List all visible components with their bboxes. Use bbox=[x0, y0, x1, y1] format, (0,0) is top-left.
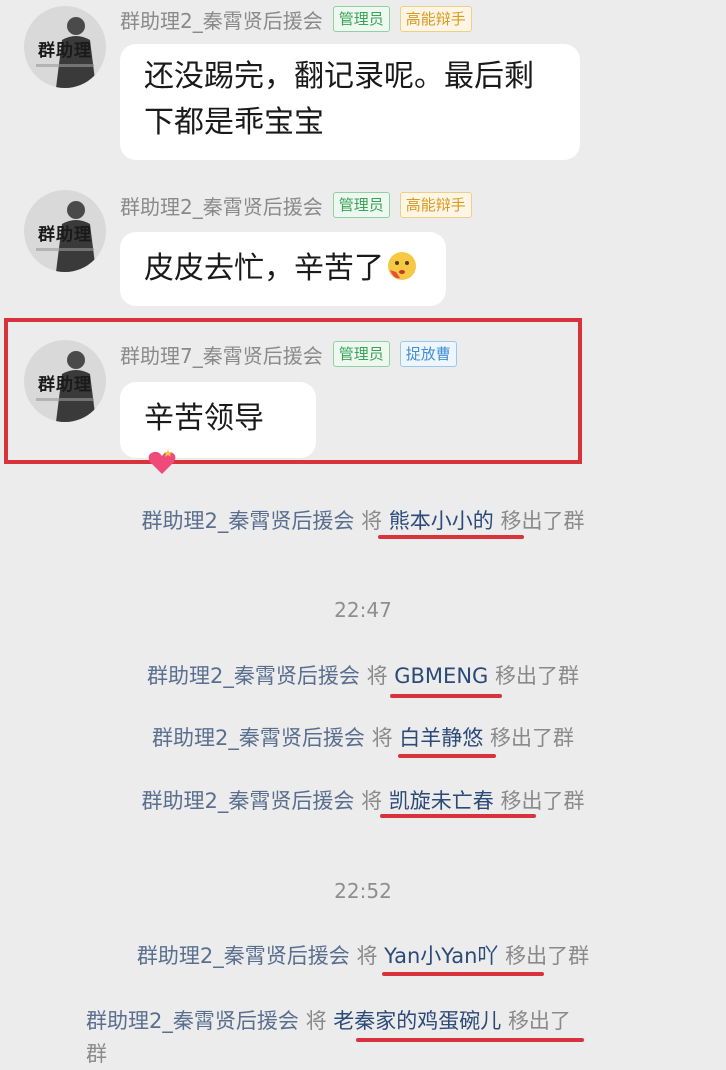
admin-badge: 管理员 bbox=[332, 6, 390, 32]
notice-suffix: 移出了群 bbox=[505, 944, 590, 968]
message-bubble[interactable]: 皮皮去忙，辛苦了 bbox=[120, 232, 446, 306]
notice-actor[interactable]: 群助理2_秦霄贤后援会 bbox=[152, 726, 365, 750]
sender-line: 群助理2_秦霄贤后援会 管理员 高能辩手 bbox=[120, 4, 472, 34]
notice-target[interactable]: 凯旋未亡春 bbox=[389, 789, 494, 813]
title-badge: 高能辩手 bbox=[399, 192, 472, 218]
sender-name[interactable]: 群助理7_秦霄贤后援会 bbox=[120, 340, 323, 369]
notice-suffix-wrap: 群 bbox=[86, 1042, 107, 1066]
avatar[interactable]: 群助理 bbox=[24, 340, 106, 422]
notice-actor[interactable]: 群助理2_秦霄贤后援会 bbox=[137, 944, 350, 968]
red-underline bbox=[356, 1038, 584, 1042]
avatar-subtext-line bbox=[36, 64, 94, 67]
timestamp: 22:52 bbox=[334, 879, 392, 903]
message-text-line: 还没踢完，翻记录呢。最后剩 bbox=[144, 59, 534, 94]
notice-actor[interactable]: 群助理2_秦霄贤后援会 bbox=[142, 789, 355, 813]
red-underline bbox=[390, 694, 502, 698]
title-badge: 高能辩手 bbox=[399, 6, 472, 32]
notice-suffix: 移出了 bbox=[507, 1009, 571, 1033]
removal-notice: 群助理2_秦霄贤后援会 将 老秦家的鸡蛋碗儿 移出了 bbox=[86, 1005, 686, 1035]
avatar-subtext-line bbox=[36, 398, 94, 401]
notice-actor[interactable]: 群助理2_秦霄贤后援会 bbox=[147, 664, 360, 688]
red-underline bbox=[398, 754, 496, 758]
notice-actor[interactable]: 群助理2_秦霄贤后援会 bbox=[86, 1009, 299, 1033]
notice-suffix: 移出了群 bbox=[495, 664, 579, 688]
notice-verb: 将 bbox=[356, 944, 378, 968]
red-underline bbox=[378, 535, 524, 539]
removal-notice: 群助理2_秦霄贤后援会 将 白羊静悠 移出了群 bbox=[0, 722, 726, 752]
notice-target[interactable]: 熊本小小的 bbox=[389, 509, 494, 533]
message-bubble[interactable]: 还没踢完，翻记录呢。最后剩 下都是乖宝宝 bbox=[120, 44, 580, 160]
notice-target[interactable]: GBMENG bbox=[394, 664, 488, 688]
red-underline bbox=[382, 972, 544, 976]
sender-name[interactable]: 群助理2_秦霄贤后援会 bbox=[120, 191, 323, 220]
sender-name[interactable]: 群助理2_秦霄贤后援会 bbox=[120, 5, 323, 34]
notice-actor[interactable]: 群助理2_秦霄贤后援会 bbox=[142, 509, 355, 533]
blushing-face-emoji-icon bbox=[388, 252, 416, 280]
red-underline bbox=[380, 814, 536, 818]
notice-suffix: 移出了群 bbox=[489, 726, 574, 750]
avatar[interactable]: 群助理 bbox=[24, 190, 106, 272]
avatar-label: 群助理 bbox=[38, 41, 92, 61]
heart-emoji-icon bbox=[148, 449, 176, 474]
notice-suffix: 移出了群 bbox=[500, 509, 585, 533]
avatar-label: 群助理 bbox=[38, 225, 92, 245]
removal-notice: 群助理2_秦霄贤后援会 将 凯旋未亡春 移出了群 bbox=[0, 785, 726, 815]
sender-line: 群助理2_秦霄贤后援会 管理员 高能辩手 bbox=[120, 190, 472, 220]
notice-verb: 将 bbox=[366, 664, 388, 688]
notice-verb: 将 bbox=[371, 726, 393, 750]
sender-line: 群助理7_秦霄贤后援会 管理员 捉放曹 bbox=[120, 339, 457, 369]
notice-target[interactable]: 老秦家的鸡蛋碗儿 bbox=[333, 1009, 501, 1033]
notice-verb: 将 bbox=[361, 509, 383, 533]
removal-notice: 群助理2_秦霄贤后援会 将 Yan小Yan吖 移出了群 bbox=[0, 940, 726, 970]
timestamp: 22:47 bbox=[334, 598, 392, 622]
avatar[interactable]: 群助理 bbox=[24, 6, 106, 88]
removal-notice: 群助理2_秦霄贤后援会 将 GBMENG 移出了群 bbox=[0, 660, 726, 690]
notice-verb: 将 bbox=[305, 1009, 327, 1033]
message-text-line: 下都是乖宝宝 bbox=[144, 105, 324, 140]
notice-target[interactable]: Yan小Yan吖 bbox=[384, 944, 498, 968]
notice-suffix: 移出了群 bbox=[500, 789, 585, 813]
notice-verb: 将 bbox=[361, 789, 383, 813]
message-bubble[interactable]: 辛苦领导 bbox=[120, 382, 316, 474]
message-text: 皮皮去忙，辛苦了 bbox=[144, 251, 384, 286]
message-text: 辛苦领导 bbox=[144, 401, 264, 436]
admin-badge: 管理员 bbox=[332, 192, 390, 218]
removal-notice: 群助理2_秦霄贤后援会 将 熊本小小的 移出了群 bbox=[0, 505, 726, 535]
title-badge: 捉放曹 bbox=[399, 341, 457, 367]
avatar-subtext-line bbox=[36, 248, 94, 251]
admin-badge: 管理员 bbox=[332, 341, 390, 367]
notice-target[interactable]: 白羊静悠 bbox=[399, 726, 483, 750]
avatar-label: 群助理 bbox=[38, 375, 92, 395]
